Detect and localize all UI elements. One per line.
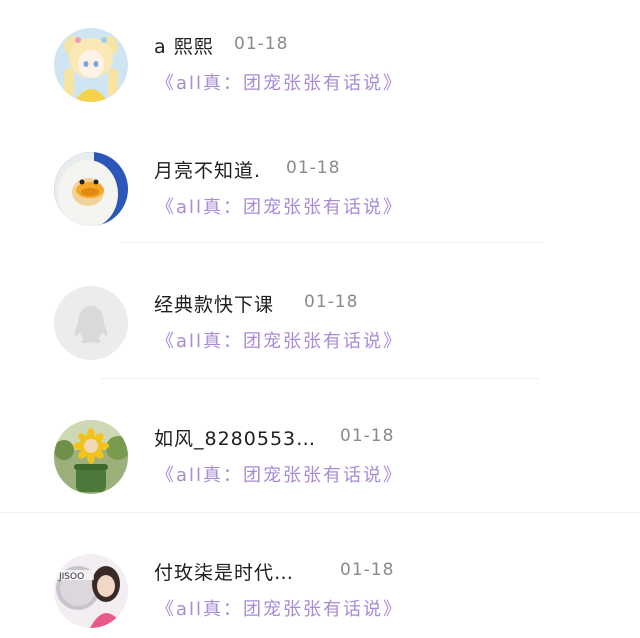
row-divider xyxy=(100,378,540,379)
username[interactable]: 月亮不知道. xyxy=(154,156,261,183)
username[interactable]: 如风_8280553… xyxy=(154,424,316,451)
sunflower-pot-avatar-icon xyxy=(54,420,128,494)
comment-date: 01-18 xyxy=(286,158,341,178)
comment-date: 01-18 xyxy=(234,34,289,54)
comment-row[interactable]: JISOO 付玫柒是时代… 01-18 《all真：团宠张张有话说》 xyxy=(0,542,640,638)
user-avatar[interactable]: JISOO xyxy=(54,554,128,628)
post-reference[interactable]: 《all真：团宠张张有话说》 xyxy=(156,69,403,95)
jisoo-photo-avatar-icon: JISOO xyxy=(54,554,128,628)
user-avatar[interactable] xyxy=(54,152,128,226)
user-avatar[interactable] xyxy=(54,28,128,102)
post-reference[interactable]: 《all真：团宠张张有话说》 xyxy=(156,327,403,353)
post-reference[interactable]: 《all真：团宠张张有话说》 xyxy=(156,595,403,621)
comment-date: 01-18 xyxy=(304,292,359,312)
comment-row[interactable]: 如风_8280553… 01-18 《all真：团宠张张有话说》 xyxy=(0,408,640,504)
comment-date: 01-18 xyxy=(340,560,395,580)
comment-row[interactable]: 月亮不知道. 01-18 《all真：团宠张张有话说》 xyxy=(0,140,640,236)
username[interactable]: 经典款快下课 xyxy=(154,290,274,317)
default-penguin-avatar-icon xyxy=(54,286,128,360)
username[interactable]: 付玫柒是时代… xyxy=(154,558,294,585)
post-reference[interactable]: 《all真：团宠张张有话说》 xyxy=(156,461,403,487)
duck-costume-avatar-icon xyxy=(54,152,128,226)
user-avatar[interactable] xyxy=(54,286,128,360)
comment-date: 01-18 xyxy=(340,426,395,446)
comment-row[interactable]: 经典款快下课 01-18 《all真：团宠张张有话说》 xyxy=(0,274,640,370)
row-divider xyxy=(120,242,544,243)
anime-girl-avatar-icon xyxy=(54,28,128,102)
post-reference[interactable]: 《all真：团宠张张有话说》 xyxy=(156,193,403,219)
row-divider xyxy=(0,512,640,513)
svg-text:JISOO: JISOO xyxy=(58,572,84,582)
user-avatar[interactable] xyxy=(54,420,128,494)
username[interactable]: a 熙熙 xyxy=(154,32,214,59)
comment-row[interactable]: a 熙熙 01-18 《all真：团宠张张有话说》 xyxy=(0,16,640,112)
comment-list: a 熙熙 01-18 《all真：团宠张张有话说》 月亮不知道. 01-18 《… xyxy=(0,0,640,638)
